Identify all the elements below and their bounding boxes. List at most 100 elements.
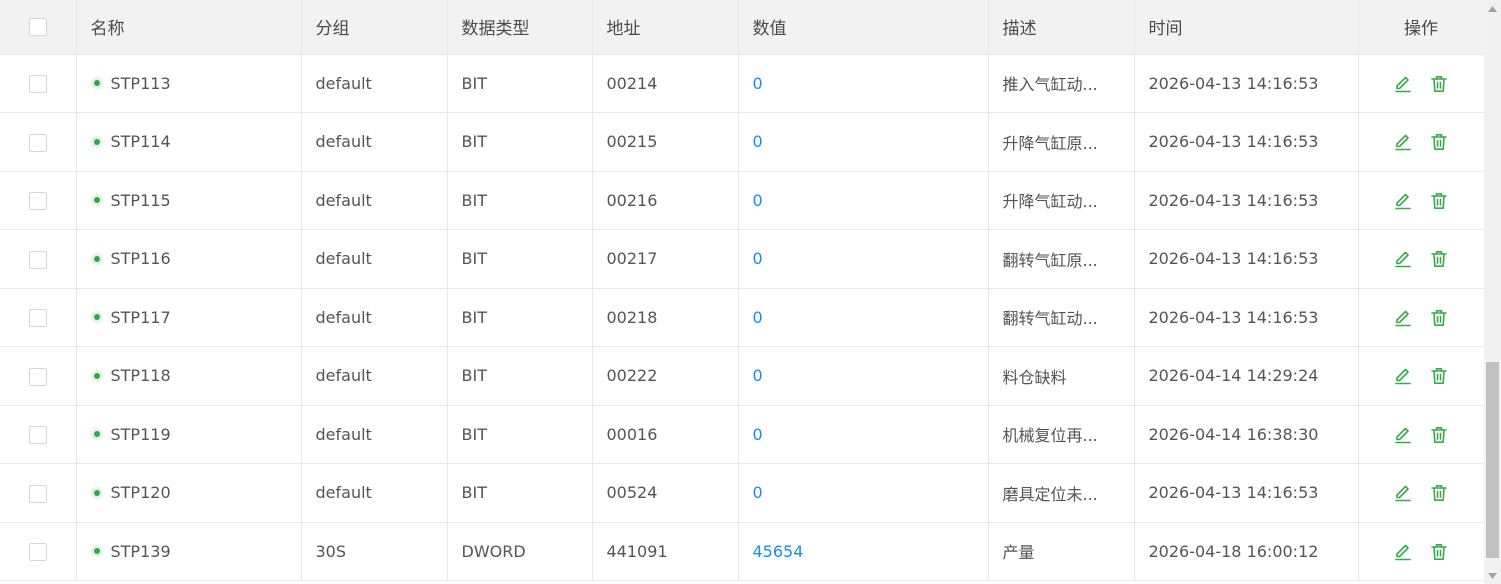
row-checkbox[interactable] — [28, 426, 47, 444]
table-row[interactable]: STP116 default BIT 00217 0 翻转气缸原... 2026… — [0, 229, 1484, 289]
header-time[interactable]: 时间 — [1134, 0, 1359, 55]
header-value[interactable]: 数值 — [738, 0, 989, 55]
row-checkbox[interactable] — [28, 367, 47, 386]
row-select-cell — [0, 288, 77, 347]
trash-icon[interactable] — [1429, 366, 1449, 386]
table-row[interactable]: STP114 default BIT 00215 0 升降气缸原... 2026… — [0, 112, 1484, 172]
actions-cell — [1358, 54, 1484, 113]
row-select-cell — [0, 405, 77, 464]
time-cell: 2026-04-13 14:16:53 — [1134, 171, 1359, 230]
time-cell: 2026-04-13 14:16:53 — [1134, 112, 1359, 172]
datatype-cell: BIT — [447, 405, 593, 464]
value-cell: 0 — [738, 463, 989, 523]
edit-icon[interactable] — [1393, 74, 1413, 94]
trash-icon[interactable] — [1429, 132, 1449, 152]
status-dot-icon — [90, 486, 103, 499]
group-cell: default — [301, 171, 448, 230]
address-cell: 00222 — [592, 346, 739, 406]
trash-icon[interactable] — [1429, 542, 1449, 562]
header-group[interactable]: 分组 — [301, 0, 448, 55]
point-name: STP116 — [110, 249, 171, 269]
header-datatype[interactable]: 数据类型 — [447, 0, 593, 55]
table-row[interactable]: STP118 default BIT 00222 0 料仓缺料 2026-04-… — [0, 346, 1484, 406]
edit-icon[interactable] — [1393, 542, 1413, 562]
group-cell: default — [301, 54, 448, 113]
row-select-cell — [0, 229, 77, 289]
value-link[interactable]: 45654 — [753, 542, 804, 561]
vertical-scrollbar[interactable] — [1484, 0, 1501, 584]
data-points-table: 名称 分组 数据类型 地址 数值 描述 时间 操作 STP113 default… — [0, 0, 1484, 581]
edit-icon[interactable] — [1393, 308, 1413, 328]
scrollbar-thumb[interactable] — [1486, 362, 1499, 558]
header-name[interactable]: 名称 — [76, 0, 302, 55]
trash-icon[interactable] — [1429, 308, 1449, 328]
trash-icon[interactable] — [1429, 425, 1449, 445]
address-cell: 00218 — [592, 288, 739, 347]
group-cell: default — [301, 346, 448, 406]
scroll-down-arrow-icon[interactable] — [1484, 567, 1501, 584]
group-cell: default — [301, 229, 448, 289]
edit-icon[interactable] — [1393, 132, 1413, 152]
status-dot-icon — [90, 545, 103, 558]
value-link[interactable]: 0 — [753, 483, 763, 502]
trash-icon[interactable] — [1429, 249, 1449, 269]
value-link[interactable]: 0 — [753, 249, 763, 268]
value-cell: 0 — [738, 54, 989, 113]
table-row[interactable]: STP113 default BIT 00214 0 推入气缸动... 2026… — [0, 54, 1484, 113]
status-dot-icon — [90, 252, 103, 265]
datatype-cell: DWORD — [447, 522, 593, 581]
row-checkbox[interactable] — [28, 75, 47, 93]
row-select-cell — [0, 112, 77, 172]
point-name: STP115 — [110, 190, 171, 210]
value-link[interactable]: 0 — [753, 308, 763, 327]
edit-icon[interactable] — [1393, 425, 1413, 445]
scroll-up-arrow-icon[interactable] — [1484, 0, 1501, 17]
select-all-checkbox[interactable] — [28, 17, 47, 36]
address-cell: 441091 — [592, 522, 739, 581]
name-cell: STP120 — [76, 463, 302, 523]
name-cell: STP118 — [76, 346, 302, 406]
description-cell: 产量 — [988, 522, 1135, 581]
value-link[interactable]: 0 — [753, 366, 763, 385]
table-row[interactable]: STP139 30S DWORD 441091 45654 产量 2026-04… — [0, 522, 1484, 581]
header-address[interactable]: 地址 — [592, 0, 739, 55]
row-checkbox[interactable] — [28, 250, 47, 269]
table-row[interactable]: STP119 default BIT 00016 0 机械复位再... 2026… — [0, 405, 1484, 464]
row-checkbox[interactable] — [28, 309, 47, 327]
datatype-cell: BIT — [447, 171, 593, 230]
trash-icon[interactable] — [1429, 483, 1449, 503]
actions-cell — [1358, 463, 1484, 523]
point-name: STP119 — [110, 424, 171, 444]
value-link[interactable]: 0 — [753, 191, 763, 210]
description-cell: 料仓缺料 — [988, 346, 1135, 406]
table-row[interactable]: STP120 default BIT 00524 0 磨具定位未... 2026… — [0, 463, 1484, 523]
point-name: STP139 — [110, 541, 171, 561]
description-cell: 升降气缸动... — [988, 171, 1135, 230]
value-link[interactable]: 0 — [753, 74, 763, 93]
table-row[interactable]: STP115 default BIT 00216 0 升降气缸动... 2026… — [0, 171, 1484, 230]
edit-icon[interactable] — [1393, 366, 1413, 386]
group-cell: default — [301, 288, 448, 347]
trash-icon[interactable] — [1429, 74, 1449, 94]
trash-icon[interactable] — [1429, 191, 1449, 211]
row-checkbox[interactable] — [28, 484, 47, 503]
name-cell: STP115 — [76, 171, 302, 230]
value-link[interactable]: 0 — [753, 425, 763, 444]
address-cell: 00016 — [592, 405, 739, 464]
edit-icon[interactable] — [1393, 191, 1413, 211]
actions-cell — [1358, 112, 1484, 172]
header-description[interactable]: 描述 — [988, 0, 1135, 55]
address-cell: 00524 — [592, 463, 739, 523]
time-cell: 2026-04-14 14:29:24 — [1134, 346, 1359, 406]
description-cell: 磨具定位未... — [988, 463, 1135, 523]
row-checkbox[interactable] — [28, 133, 47, 152]
row-checkbox[interactable] — [28, 192, 47, 210]
table-row[interactable]: STP117 default BIT 00218 0 翻转气缸动... 2026… — [0, 288, 1484, 347]
actions-cell — [1358, 229, 1484, 289]
value-cell: 0 — [738, 346, 989, 406]
row-checkbox[interactable] — [28, 543, 47, 561]
edit-icon[interactable] — [1393, 249, 1413, 269]
name-cell: STP113 — [76, 54, 302, 113]
value-link[interactable]: 0 — [753, 132, 763, 151]
edit-icon[interactable] — [1393, 483, 1413, 503]
